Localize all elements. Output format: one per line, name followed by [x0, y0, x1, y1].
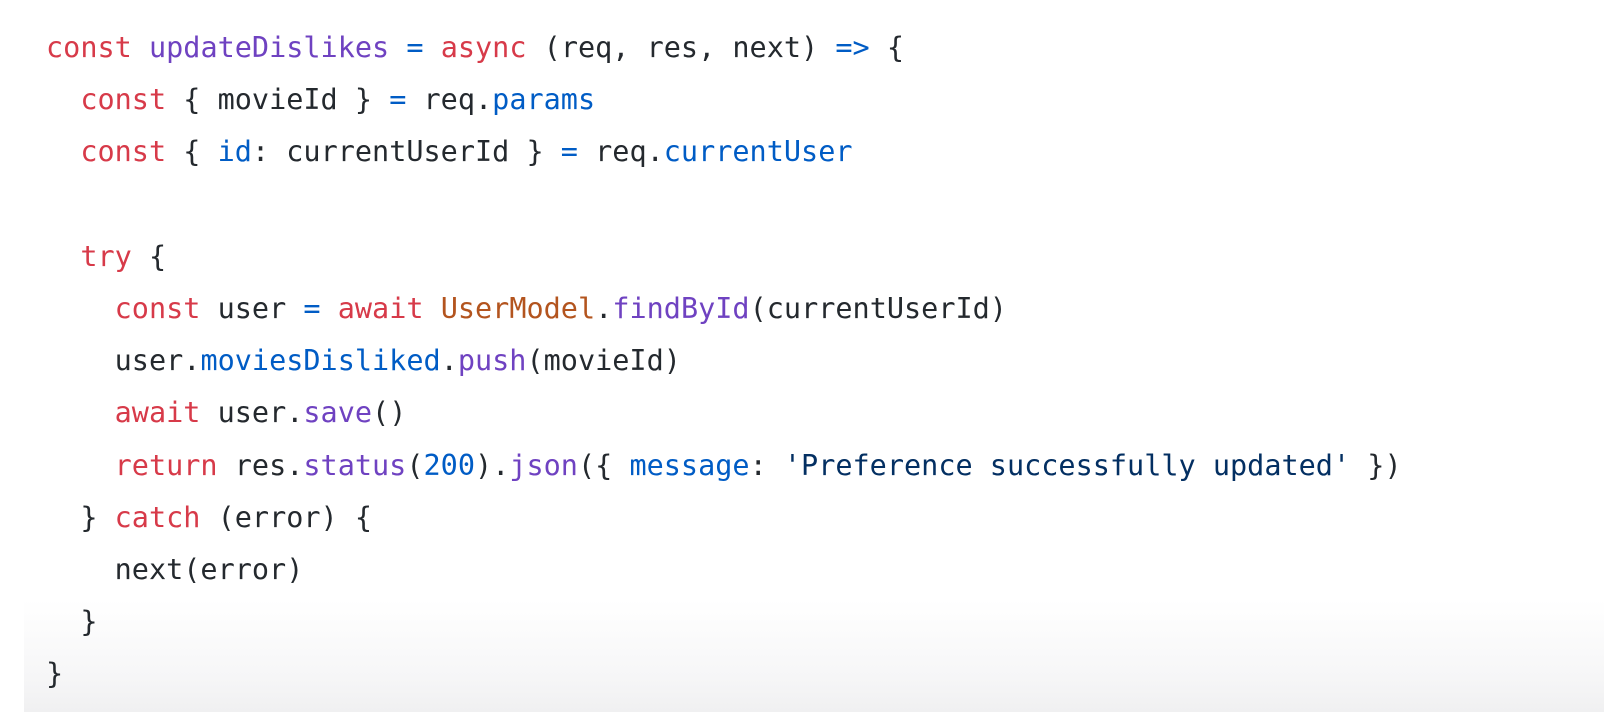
code-token-property: id [217, 135, 252, 169]
code-token-property: message [629, 448, 750, 482]
code-token-plain: res. [217, 448, 304, 482]
code-token-plain: } [46, 657, 64, 691]
code-token-keyword: const [114, 291, 201, 325]
code-line: user.moviesDisliked.push(movieId) [46, 335, 1402, 387]
code-token-plain: user. [46, 344, 201, 378]
code-token-string: 'Preference successfully updated' [783, 448, 1351, 482]
code-token-class: UserModel [440, 291, 596, 325]
code-token-plain: (req, res, next) [526, 31, 836, 64]
code-line: } [46, 596, 1402, 648]
code-token-plain: { [869, 31, 905, 64]
code-token-plain: req. [577, 135, 664, 169]
code-token-keyword: const [80, 83, 167, 117]
code-token-keyword: async [440, 31, 527, 64]
code-token-property: currentUser [663, 135, 853, 169]
code-token-plain: ( [406, 448, 424, 482]
code-token-operator: = [389, 83, 407, 117]
code-token-plain: { [131, 239, 167, 273]
code-token-plain: user [200, 291, 304, 325]
code-line: const { movieId } = req.params [46, 74, 1402, 126]
code-token-operator: = [560, 135, 578, 169]
code-token-plain: }) [1350, 448, 1402, 482]
code-panel: const updateDislikes = async (req, res, … [0, 0, 1604, 712]
code-token-function: json [509, 448, 578, 482]
code-line: await user.save() [46, 387, 1402, 439]
code-token-plain: () [372, 396, 407, 430]
code-block: const updateDislikes = async (req, res, … [46, 22, 1402, 700]
code-token-function: status [303, 448, 407, 482]
code-token-function: save [303, 396, 373, 430]
code-token-function: findById [612, 291, 750, 325]
code-line: const user = await UserModel.findById(cu… [46, 283, 1402, 335]
code-token-keyword: try [80, 239, 132, 273]
code-token-keyword: catch [114, 500, 201, 534]
code-line: } [46, 648, 1402, 700]
code-token-plain: user. [200, 396, 304, 430]
code-token-plain: . [440, 344, 458, 378]
code-token-plain: : [749, 448, 784, 482]
code-token-plain: req. [406, 83, 493, 117]
code-token-function: updateDislikes [148, 31, 390, 64]
code-token-property: moviesDisliked [200, 344, 441, 378]
code-line: next(error) [46, 544, 1402, 596]
code-token-plain: . [595, 291, 613, 325]
code-token-function: push [457, 344, 527, 378]
code-line: const updateDislikes = async (req, res, … [46, 22, 1402, 74]
code-token-keyword: const [80, 135, 167, 169]
code-token-operator: = [303, 291, 321, 325]
code-token-operator: => [835, 31, 870, 64]
code-line: const { id: currentUserId } = req.curren… [46, 126, 1402, 178]
code-line: try { [46, 231, 1402, 283]
code-token-number: 200 [423, 448, 475, 482]
code-token-plain: (currentUserId) [749, 291, 1007, 325]
code-token-plain: (movieId) [526, 344, 681, 378]
code-line: return res.status(200).json({ message: '… [46, 440, 1402, 492]
code-token-plain: next(error) [46, 552, 304, 586]
code-token-plain: } [46, 605, 98, 639]
code-token-plain: ({ [577, 448, 630, 482]
code-line: } catch (error) { [46, 492, 1402, 544]
code-token-keyword: return [114, 448, 218, 482]
code-token-plain: ). [475, 448, 510, 482]
code-token-keyword: await [114, 396, 201, 430]
code-token-plain: { [166, 135, 218, 169]
code-token-operator: = [406, 31, 424, 64]
code-token-keyword: const [46, 31, 132, 64]
code-token-property: params [492, 83, 596, 117]
code-token-plain: : currentUserId } [251, 135, 561, 169]
code-token-plain: (error) { [200, 500, 373, 534]
code-token-plain: } [46, 500, 115, 534]
code-token-plain: { movieId } [166, 83, 390, 117]
code-token-keyword: await [337, 291, 424, 325]
